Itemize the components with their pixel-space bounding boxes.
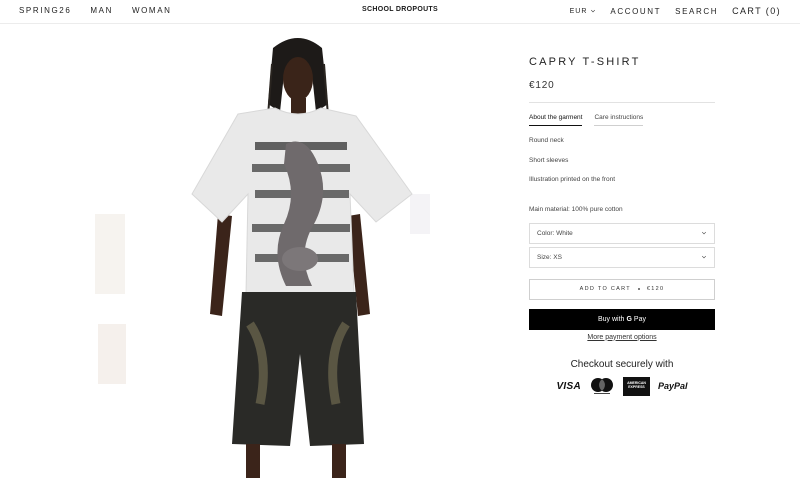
more-payment-options-link[interactable]: More payment options [529,334,715,341]
color-select-value: Color: White [537,229,573,237]
brand-logo[interactable]: SCHOOL DROPOUTS [362,6,438,13]
product-image[interactable] [60,24,530,478]
visa-logo: VISA [556,380,581,392]
product-description: Round neck Short sleeves Illustration pr… [529,137,715,184]
add-to-cart-price: €120 [646,286,665,292]
amex-line2: EXPRESS [628,385,645,389]
size-select[interactable]: Size: XS [529,246,715,268]
product-price: €120 [529,80,555,91]
nav-woman[interactable]: WOMAN [132,6,172,15]
chevron-down-icon [701,231,707,235]
pay-label: Pay [633,315,646,323]
checkout-secure-heading: Checkout securely with [570,358,674,370]
description-line: Illustration printed on the front [529,176,615,183]
amex-logo: AMERICAN EXPRESS [623,376,650,396]
tab-care-instructions[interactable]: Care instructions [594,114,644,126]
product-info: CAPRY T-SHIRT €120 About the garment Car… [529,56,715,396]
description-line: Short sleeves [529,156,569,164]
chevron-down-icon [701,255,707,259]
paypal-logo: PayPal [658,381,688,391]
size-select-value: Size: XS [537,253,562,261]
currency-label: EUR [569,7,588,15]
nav-spring26[interactable]: SPRING26 [19,6,71,15]
add-to-cart-button[interactable]: ADD TO CART €120 [529,278,715,300]
utility-nav: EUR ACCOUNT SEARCH CART (0) [570,6,781,16]
payment-methods: VISA AMERICAN EXPRESS PayPal [529,376,715,396]
product-title: CAPRY T-SHIRT [529,56,641,68]
material-text: Main material: 100% pure cotton [529,205,623,213]
search-link[interactable]: SEARCH [675,7,718,16]
cart-link[interactable]: CART (0) [732,6,781,16]
info-tabs: About the garment Care instructions [529,114,715,126]
separator-dot [637,288,640,290]
color-select[interactable]: Color: White [529,222,715,244]
model-photo [95,38,430,478]
mastercard-icon [591,378,613,394]
buy-with-label: Buy with [598,315,625,323]
nav-man[interactable]: MAN [90,6,113,15]
description-line: Round neck [529,137,564,144]
site-header: SPRING26 MAN WOMAN SCHOOL DROPOUTS EUR A… [0,0,800,24]
add-to-cart-label: ADD TO CART [579,286,631,292]
tab-about-garment[interactable]: About the garment [529,114,583,126]
google-g-icon: G [626,315,632,323]
currency-selector[interactable]: EUR [570,8,597,15]
google-pay-button[interactable]: Buy with G Pay [529,308,715,330]
primary-nav: SPRING26 MAN WOMAN [19,6,172,15]
divider [529,102,715,103]
account-link[interactable]: ACCOUNT [610,7,661,16]
chevron-down-icon [591,9,596,13]
